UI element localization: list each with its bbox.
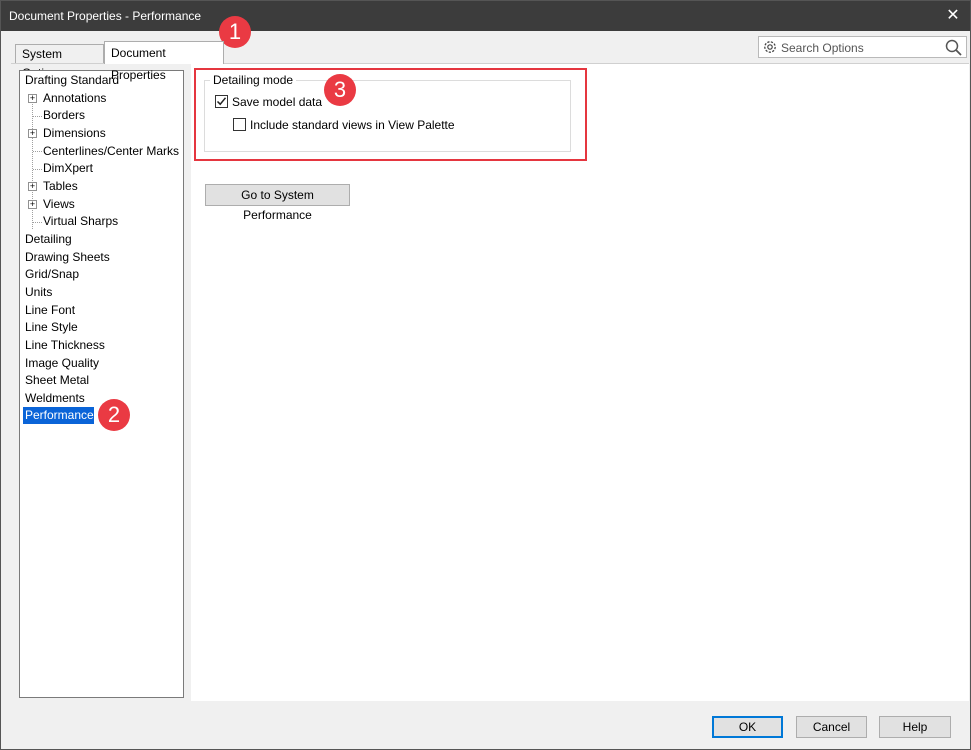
search-placeholder: Search Options: [781, 41, 864, 55]
tree-item-dimensions[interactable]: Dimensions: [41, 125, 108, 142]
tree-item-dimxpert[interactable]: DimXpert: [41, 160, 95, 177]
expand-dimensions-icon[interactable]: +: [28, 129, 37, 138]
expand-tables-icon[interactable]: +: [28, 182, 37, 191]
callout-badge-2: 2: [98, 399, 130, 431]
tree-item-detailing[interactable]: Detailing: [23, 231, 74, 248]
tree-item-annotations[interactable]: Annotations: [41, 90, 108, 107]
tree-item-virtual-sharps[interactable]: Virtual Sharps: [41, 213, 120, 230]
tree-item-sheet-metal[interactable]: Sheet Metal: [23, 372, 91, 389]
expand-annotations-icon[interactable]: +: [28, 94, 37, 103]
tree-item-borders[interactable]: Borders: [41, 107, 87, 124]
expand-views-icon[interactable]: +: [28, 200, 37, 209]
search-options-field[interactable]: Search Options: [758, 36, 967, 58]
go-to-system-performance-button[interactable]: Go to System Performance: [205, 184, 350, 222]
tree-item-line-style[interactable]: Line Style: [23, 319, 80, 336]
document-properties-dialog: Document Properties - Performance ✕ Syst…: [0, 0, 971, 750]
tree-item-units[interactable]: Units: [23, 284, 54, 301]
tree-item-grid-snap[interactable]: Grid/Snap: [23, 266, 81, 283]
cancel-button[interactable]: Cancel: [796, 716, 867, 738]
search-icon[interactable]: [944, 38, 963, 57]
tree-item-views[interactable]: Views: [41, 196, 77, 213]
tree-item-drawing-sheets[interactable]: Drawing Sheets: [23, 249, 112, 266]
ok-button[interactable]: OK: [712, 716, 783, 738]
tree-item-line-font[interactable]: Line Font: [23, 302, 77, 319]
tab-system-options[interactable]: System Options: [15, 44, 104, 80]
callout-highlight-box: [194, 68, 587, 161]
gear-icon[interactable]: [762, 39, 778, 55]
callout-badge-3: 3: [324, 74, 356, 106]
title-bar: Document Properties - Performance ✕: [1, 1, 970, 31]
tree-item-line-thickness[interactable]: Line Thickness: [23, 337, 107, 354]
tree-item-weldments[interactable]: Weldments: [23, 390, 87, 407]
tab-document-properties[interactable]: Document Properties: [104, 41, 224, 82]
tree-item-tables[interactable]: Tables: [41, 178, 80, 195]
close-icon[interactable]: ✕: [936, 1, 970, 31]
tree-item-performance[interactable]: Performance: [23, 407, 94, 424]
tree-item-centerlines[interactable]: Centerlines/Center Marks: [41, 143, 181, 160]
help-button[interactable]: Help: [879, 716, 951, 738]
tree-item-image-quality[interactable]: Image Quality: [23, 355, 101, 372]
tree-item-drafting-standard[interactable]: Drafting Standard: [23, 72, 121, 89]
window-title: Document Properties - Performance: [9, 9, 202, 23]
